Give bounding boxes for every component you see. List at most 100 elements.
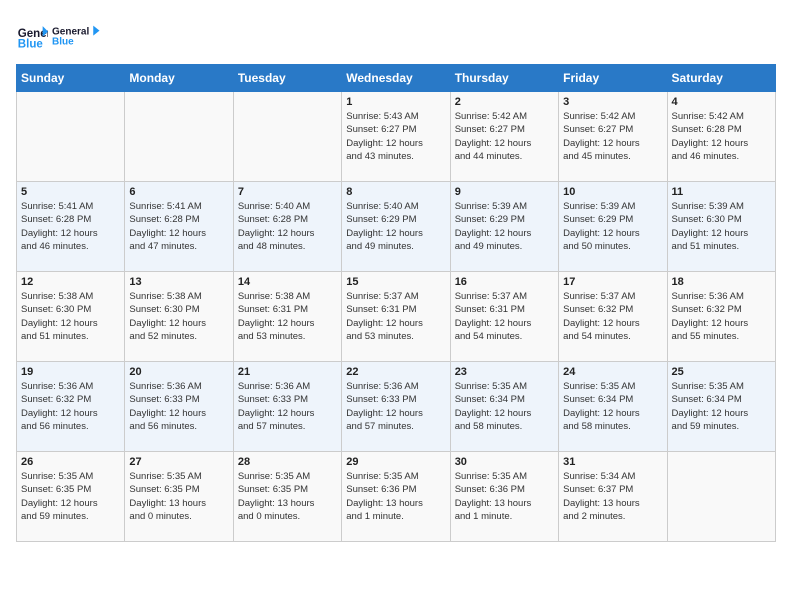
day-number: 1 [346,96,445,108]
calendar-cell: 9 Sunrise: 5:39 AM Sunset: 6:29 PM Daylig… [450,182,558,272]
day-info: Sunrise: 5:36 AM Sunset: 6:33 PM Dayligh… [129,380,228,433]
day-info: Sunrise: 5:41 AM Sunset: 6:28 PM Dayligh… [21,200,120,253]
calendar-cell: 12Sunrise: 5:38 AM Sunset: 6:30 PM Dayli… [17,272,125,362]
day-number: 27 [129,456,228,468]
calendar-cell: 17 Sunrise: 5:37 AM Sunset: 6:32 PM Dayli… [559,272,667,362]
svg-text:Blue: Blue [18,38,44,50]
day-info: Sunrise: 5:38 AM Sunset: 6:31 PM Dayligh… [238,290,337,343]
day-number: 6 [129,186,228,198]
day-number: 19 [21,366,120,378]
calendar-cell [17,92,125,182]
day-number: 9 [455,186,554,198]
day-number: 5 [21,186,120,198]
calendar-cell: 6 Sunrise: 5:41 AM Sunset: 6:28 PM Daylig… [125,182,233,272]
day-info: Sunrise: 5:39 AM Sunset: 6:29 PM Dayligh… [455,200,554,253]
day-info: Sunrise: 5:39 AM Sunset: 6:29 PM Dayligh… [563,200,662,253]
day-number: 3 [563,96,662,108]
day-info: Sunrise: 5:38 AM Sunset: 6:30 PM Dayligh… [129,290,228,343]
day-number: 23 [455,366,554,378]
calendar-table: SundayMondayTuesdayWednesdayThursdayFrid… [16,64,776,542]
day-number: 11 [672,186,771,198]
day-number: 16 [455,276,554,288]
day-number: 7 [238,186,337,198]
calendar-cell [667,452,775,542]
logo-icon: General Blue [16,19,48,51]
calendar-cell: 27 Sunrise: 5:35 AM Sunset: 6:35 PM Dayli… [125,452,233,542]
day-info: Sunrise: 5:36 AM Sunset: 6:33 PM Dayligh… [346,380,445,433]
day-info: Sunrise: 5:35 AM Sunset: 6:34 PM Dayligh… [455,380,554,433]
calendar-cell: 16 Sunrise: 5:37 AM Sunset: 6:31 PM Dayli… [450,272,558,362]
day-info: Sunrise: 5:34 AM Sunset: 6:37 PM Dayligh… [563,470,662,523]
day-info: Sunrise: 5:43 AM Sunset: 6:27 PM Dayligh… [346,110,445,163]
day-number: 29 [346,456,445,468]
day-info: Sunrise: 5:35 AM Sunset: 6:34 PM Dayligh… [672,380,771,433]
day-number: 20 [129,366,228,378]
calendar-cell: 18 Sunrise: 5:36 AM Sunset: 6:32 PM Dayli… [667,272,775,362]
day-info: Sunrise: 5:42 AM Sunset: 6:27 PM Dayligh… [563,110,662,163]
calendar-cell: 26 Sunrise: 5:35 AM Sunset: 6:35 PM Dayli… [17,452,125,542]
calendar-cell: 22 Sunrise: 5:36 AM Sunset: 6:33 PM Dayli… [342,362,450,452]
calendar-cell: 3 Sunrise: 5:42 AM Sunset: 6:27 PM Daylig… [559,92,667,182]
day-number: 28 [238,456,337,468]
day-info: Sunrise: 5:35 AM Sunset: 6:36 PM Dayligh… [455,470,554,523]
day-number: 17 [563,276,662,288]
day-info: Sunrise: 5:35 AM Sunset: 6:35 PM Dayligh… [21,470,120,523]
calendar-cell: 21 Sunrise: 5:36 AM Sunset: 6:33 PM Dayli… [233,362,341,452]
day-info: Sunrise: 5:35 AM Sunset: 6:36 PM Dayligh… [346,470,445,523]
svg-text:Blue: Blue [52,36,74,47]
calendar-cell [125,92,233,182]
day-number: 13 [129,276,228,288]
day-info: Sunrise: 5:36 AM Sunset: 6:32 PM Dayligh… [21,380,120,433]
calendar-cell: 11 Sunrise: 5:39 AM Sunset: 6:30 PM Dayli… [667,182,775,272]
day-number: 21 [238,366,337,378]
logo: General Blue General Blue [16,16,102,54]
day-number: 4 [672,96,771,108]
calendar-cell: 1 Sunrise: 5:43 AM Sunset: 6:27 PM Daylig… [342,92,450,182]
calendar-cell: 14Sunrise: 5:38 AM Sunset: 6:31 PM Dayli… [233,272,341,362]
day-number: 30 [455,456,554,468]
col-header-tuesday: Tuesday [233,65,341,92]
day-number: 8 [346,186,445,198]
calendar-cell: 28 Sunrise: 5:35 AM Sunset: 6:35 PM Dayli… [233,452,341,542]
calendar-cell: 23 Sunrise: 5:35 AM Sunset: 6:34 PM Dayli… [450,362,558,452]
calendar-cell: 29 Sunrise: 5:35 AM Sunset: 6:36 PM Dayli… [342,452,450,542]
col-header-saturday: Saturday [667,65,775,92]
day-info: Sunrise: 5:35 AM Sunset: 6:35 PM Dayligh… [129,470,228,523]
logo-graphic: General Blue [52,16,102,54]
calendar-cell: 25 Sunrise: 5:35 AM Sunset: 6:34 PM Dayli… [667,362,775,452]
calendar-cell: 30 Sunrise: 5:35 AM Sunset: 6:36 PM Dayli… [450,452,558,542]
calendar-cell: 4Sunrise: 5:42 AM Sunset: 6:28 PM Daylig… [667,92,775,182]
day-number: 31 [563,456,662,468]
day-info: Sunrise: 5:39 AM Sunset: 6:30 PM Dayligh… [672,200,771,253]
calendar-cell: 24Sunrise: 5:35 AM Sunset: 6:34 PM Dayli… [559,362,667,452]
day-info: Sunrise: 5:37 AM Sunset: 6:31 PM Dayligh… [455,290,554,343]
page-header: General Blue General Blue [16,16,776,54]
day-number: 25 [672,366,771,378]
calendar-cell: 19 Sunrise: 5:36 AM Sunset: 6:32 PM Dayli… [17,362,125,452]
calendar-cell: 7 Sunrise: 5:40 AM Sunset: 6:28 PM Daylig… [233,182,341,272]
day-number: 2 [455,96,554,108]
day-info: Sunrise: 5:40 AM Sunset: 6:29 PM Dayligh… [346,200,445,253]
day-number: 15 [346,276,445,288]
day-number: 26 [21,456,120,468]
day-info: Sunrise: 5:35 AM Sunset: 6:35 PM Dayligh… [238,470,337,523]
calendar-cell: 10 Sunrise: 5:39 AM Sunset: 6:29 PM Dayli… [559,182,667,272]
calendar-cell [233,92,341,182]
day-info: Sunrise: 5:35 AM Sunset: 6:34 PM Dayligh… [563,380,662,433]
day-info: Sunrise: 5:40 AM Sunset: 6:28 PM Dayligh… [238,200,337,253]
day-number: 18 [672,276,771,288]
day-info: Sunrise: 5:37 AM Sunset: 6:31 PM Dayligh… [346,290,445,343]
calendar-cell: 13 Sunrise: 5:38 AM Sunset: 6:30 PM Dayli… [125,272,233,362]
day-number: 12 [21,276,120,288]
day-number: 22 [346,366,445,378]
svg-text:General: General [52,26,89,37]
calendar-cell: 8 Sunrise: 5:40 AM Sunset: 6:29 PM Daylig… [342,182,450,272]
col-header-friday: Friday [559,65,667,92]
day-info: Sunrise: 5:41 AM Sunset: 6:28 PM Dayligh… [129,200,228,253]
day-number: 10 [563,186,662,198]
day-info: Sunrise: 5:36 AM Sunset: 6:33 PM Dayligh… [238,380,337,433]
col-header-sunday: Sunday [17,65,125,92]
col-header-thursday: Thursday [450,65,558,92]
day-info: Sunrise: 5:36 AM Sunset: 6:32 PM Dayligh… [672,290,771,343]
day-info: Sunrise: 5:37 AM Sunset: 6:32 PM Dayligh… [563,290,662,343]
